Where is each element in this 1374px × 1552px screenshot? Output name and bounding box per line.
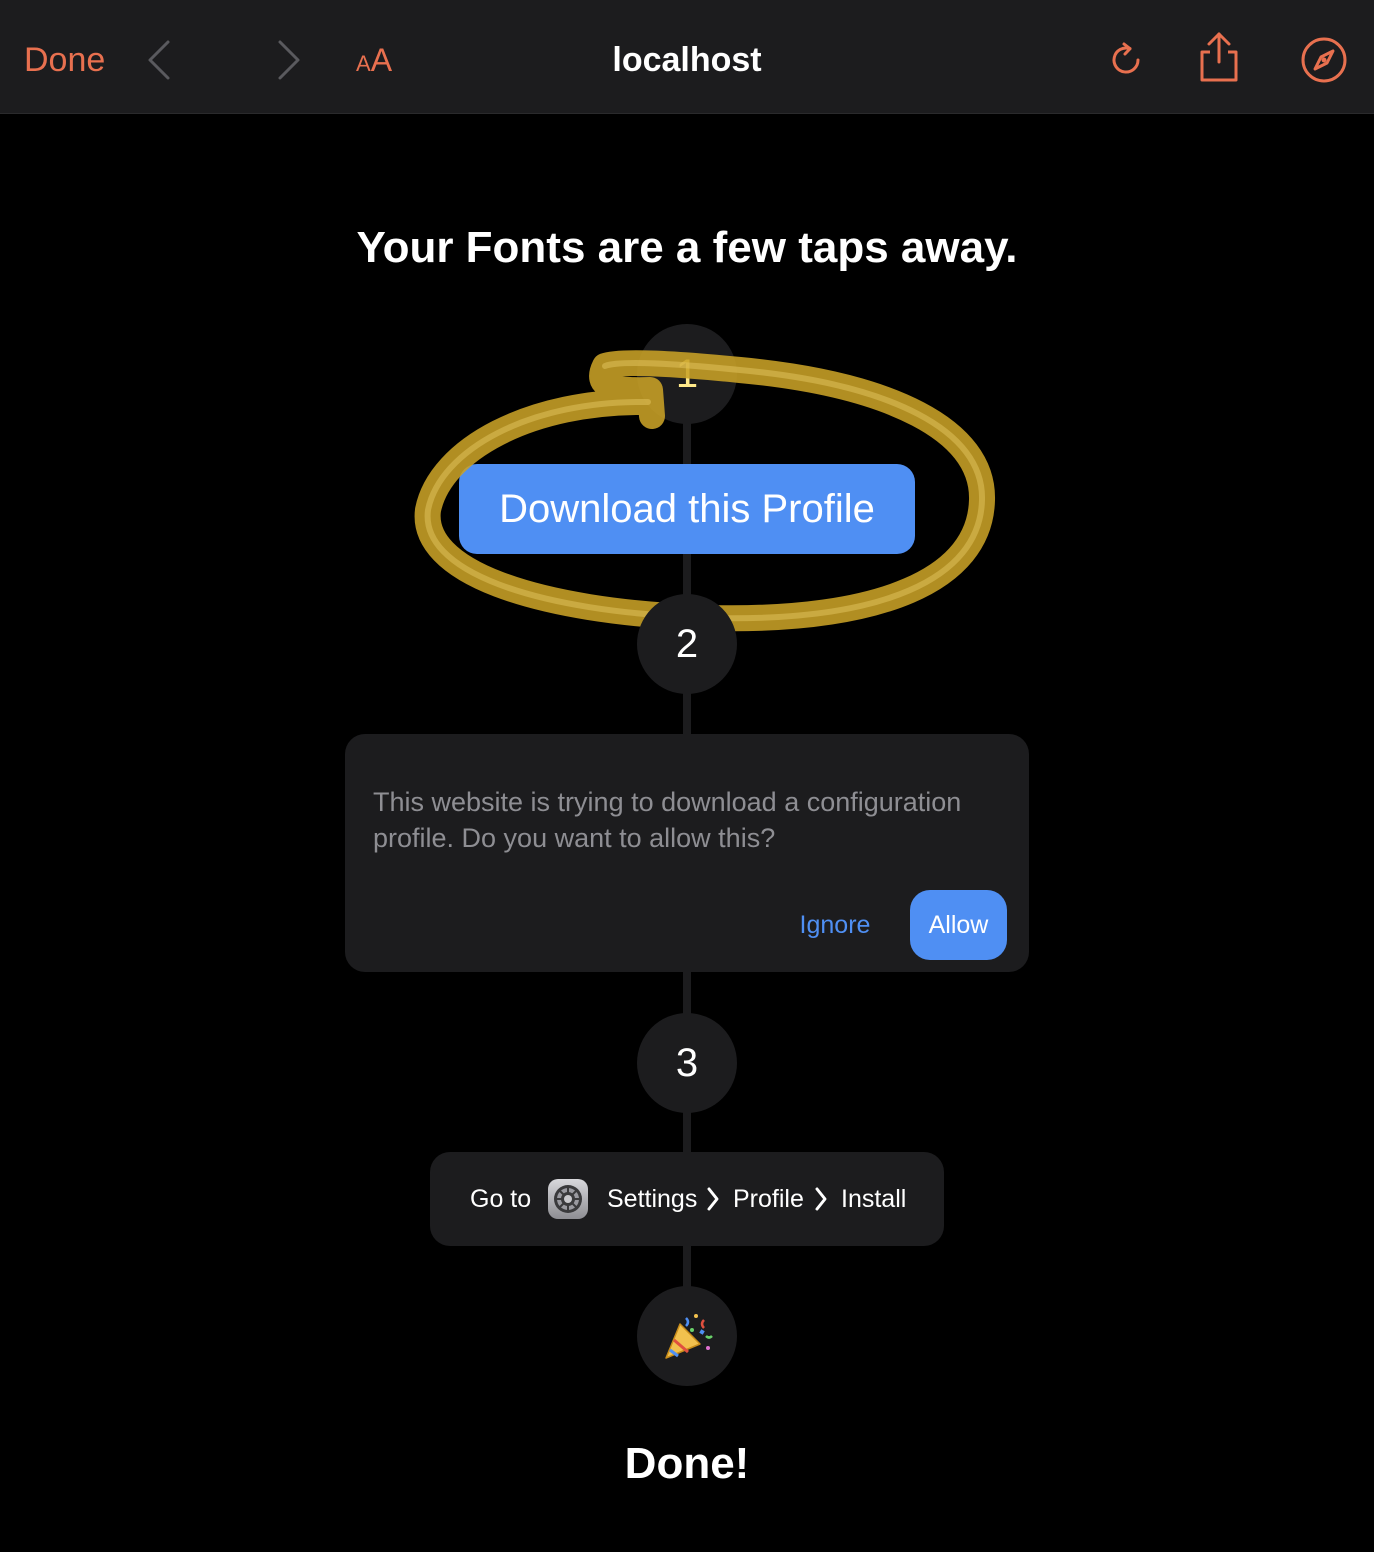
- download-profile-button[interactable]: Download this Profile: [459, 464, 915, 554]
- chevron-right-icon: [707, 1187, 719, 1211]
- done-heading: Done!: [624, 1439, 750, 1488]
- party-popper-icon: [665, 1314, 713, 1359]
- settings-app-icon: [548, 1179, 588, 1219]
- forward-chevron-icon[interactable]: [272, 38, 304, 82]
- page-headline: Your Fonts are a few taps away.: [356, 223, 1018, 272]
- text-size-button[interactable]: AA: [356, 44, 392, 76]
- step-1-badge: 1: [637, 324, 737, 424]
- goto-settings: Settings: [607, 1185, 698, 1213]
- goto-install: Install: [841, 1185, 907, 1213]
- settings-instructions: Go to Settings Profile Install: [430, 1152, 944, 1246]
- reload-icon[interactable]: [1102, 36, 1150, 84]
- back-chevron-icon[interactable]: [144, 38, 176, 82]
- allow-button[interactable]: Allow: [910, 890, 1007, 960]
- done-button[interactable]: Done: [24, 38, 105, 82]
- page-url-title: localhost: [612, 41, 762, 79]
- browser-toolbar: Done AA localhost: [0, 0, 1374, 114]
- text-size-big-a: A: [370, 42, 393, 78]
- step-3-badge: 3: [637, 1013, 737, 1113]
- ignore-button[interactable]: Ignore: [783, 890, 887, 960]
- chevron-right-icon: [815, 1187, 827, 1211]
- compass-icon[interactable]: [1296, 32, 1352, 88]
- profile-download-dialog: This website is trying to download a con…: [345, 734, 1029, 972]
- goto-profile: Profile: [733, 1185, 804, 1213]
- text-size-small-a: A: [356, 51, 371, 76]
- step-2-badge: 2: [637, 594, 737, 694]
- dialog-message: This website is trying to download a con…: [373, 787, 962, 853]
- share-icon[interactable]: [1192, 30, 1246, 86]
- goto-prefix: Go to: [470, 1185, 532, 1213]
